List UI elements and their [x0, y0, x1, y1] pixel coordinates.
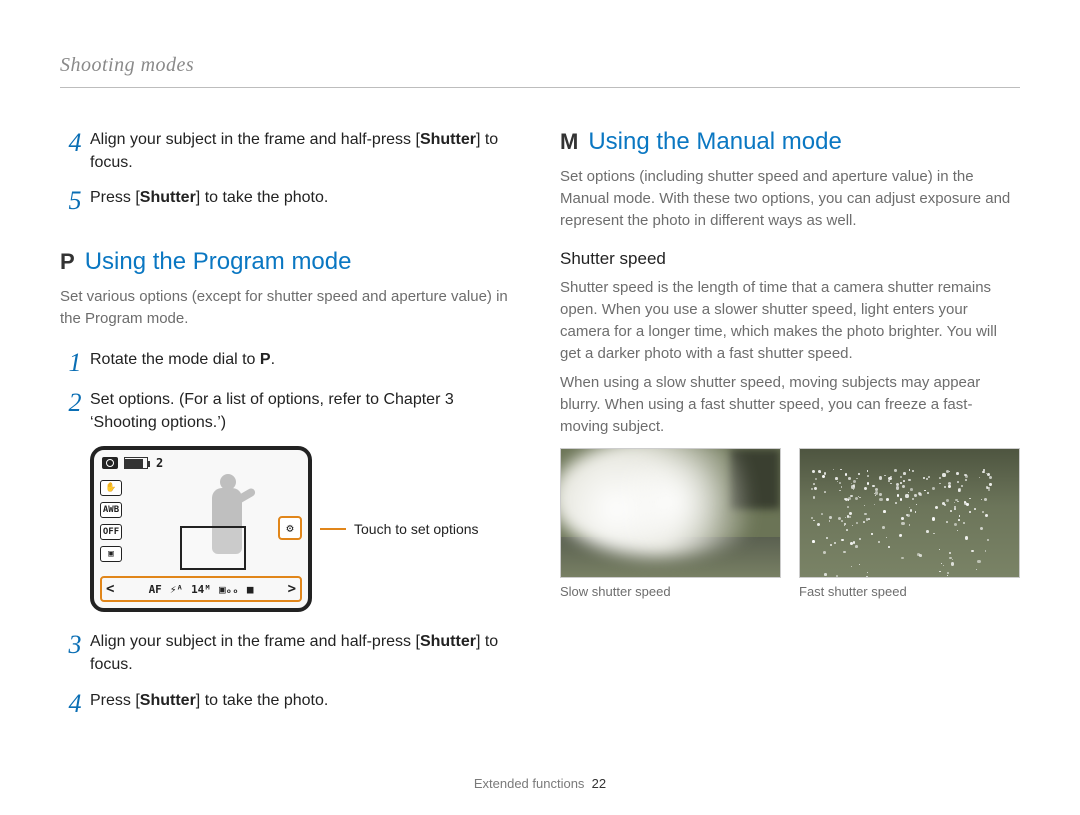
shutter-para-2: When using a slow shutter speed, moving …	[560, 372, 1020, 437]
lcd-center	[158, 468, 298, 576]
lcd-side-icon: ✋	[100, 480, 122, 496]
header-rule	[60, 87, 1020, 88]
two-column-layout: 4Align your subject in the frame and hal…	[60, 128, 1020, 729]
lcd-side-icon: OFF	[100, 524, 122, 540]
step-text: Rotate the mode dial to P.	[90, 348, 275, 371]
photo-slow-shutter	[560, 448, 781, 578]
page-number: 22	[592, 776, 606, 791]
camera-lcd: 2 ✋AWBOFF▣ ⚙ < AF⚡ᴬ14ᴹ▣ₒₒ■ >	[90, 446, 312, 612]
running-header: Shooting modes	[60, 54, 1020, 77]
step-number: 4	[60, 689, 90, 717]
mode-letter-m: M	[560, 129, 578, 155]
lcd-illustration: 2 ✋AWBOFF▣ ⚙ < AF⚡ᴬ14ᴹ▣ₒₒ■ > Touch to	[90, 446, 520, 612]
footer-section: Extended functions	[474, 776, 585, 791]
caption-fast: Fast shutter speed	[799, 584, 1020, 599]
photo-fast: Fast shutter speed	[799, 448, 1020, 599]
lcd-side-icon: ▣	[100, 546, 122, 562]
step-text: Align your subject in the frame and half…	[90, 630, 520, 676]
step-text: Press [Shutter] to take the photo.	[90, 186, 328, 209]
lcd-bottom-item: 14ᴹ	[191, 583, 211, 596]
step-number: 4	[60, 128, 90, 156]
photo-slow: Slow shutter speed	[560, 448, 781, 599]
settings-button-icon: ⚙	[278, 516, 302, 540]
shutter-para-1: Shutter speed is the length of time that…	[560, 277, 1020, 364]
lcd-bottom-item: ⚡ᴬ	[170, 583, 183, 596]
lcd-bottom-item: AF	[149, 583, 162, 596]
step-number: 2	[60, 388, 90, 416]
right-column: M Using the Manual mode Set options (inc…	[560, 128, 1020, 729]
section-title-program: Using the Program mode	[85, 248, 352, 276]
callout-line	[320, 528, 346, 530]
lcd-bottom-toolbar: < AF ⚡ᴬ 14ᴹ ▣ₒₒ ■ >	[100, 576, 302, 602]
chevron-left-icon: <	[106, 581, 114, 597]
lcd-bottom-items: AF ⚡ᴬ 14ᴹ ▣ₒₒ ■	[149, 583, 254, 596]
section-heading-manual: M Using the Manual mode	[560, 128, 1020, 156]
section-intro-program: Set various options (except for shutter …	[60, 286, 520, 330]
step-text: Set options. (For a list of options, ref…	[90, 388, 520, 434]
step-text: Align your subject in the frame and half…	[90, 128, 520, 174]
section-intro-manual: Set options (including shutter speed and…	[560, 166, 1020, 231]
left-column: 4Align your subject in the frame and hal…	[60, 128, 520, 729]
step: 4Press [Shutter] to take the photo.	[60, 689, 520, 717]
chevron-right-icon: >	[288, 581, 296, 597]
subheading-shutter-speed: Shutter speed	[560, 249, 1020, 269]
step: 1Rotate the mode dial to P.	[60, 348, 520, 376]
step-number: 3	[60, 630, 90, 658]
step: 2Set options. (For a list of options, re…	[60, 388, 520, 434]
step: 3Align your subject in the frame and hal…	[60, 630, 520, 676]
page-footer: Extended functions 22	[0, 776, 1080, 791]
mode-letter-p: P	[60, 249, 75, 275]
focus-box	[180, 526, 246, 570]
step-number: 5	[60, 186, 90, 214]
camera-icon	[102, 457, 118, 469]
battery-icon	[124, 457, 148, 469]
lcd-bottom-item: ■	[247, 583, 254, 596]
section-title-manual: Using the Manual mode	[588, 128, 841, 156]
example-photos: Slow shutter speed Fast shutter speed	[560, 448, 1020, 599]
caption-slow: Slow shutter speed	[560, 584, 781, 599]
step: 5Press [Shutter] to take the photo.	[60, 186, 520, 214]
lcd-left-icons: ✋ AWB OFF ▣	[100, 480, 122, 562]
lcd-side-icon: AWB	[100, 502, 122, 518]
section-heading-program: P Using the Program mode	[60, 248, 520, 276]
callout-text: Touch to set options	[354, 521, 479, 537]
lcd-bottom-item: ▣ₒₒ	[219, 583, 239, 596]
step: 4Align your subject in the frame and hal…	[60, 128, 520, 174]
step-number: 1	[60, 348, 90, 376]
step-text: Press [Shutter] to take the photo.	[90, 689, 328, 712]
page: Shooting modes 4Align your subject in th…	[0, 0, 1080, 815]
photo-fast-shutter	[799, 448, 1020, 578]
